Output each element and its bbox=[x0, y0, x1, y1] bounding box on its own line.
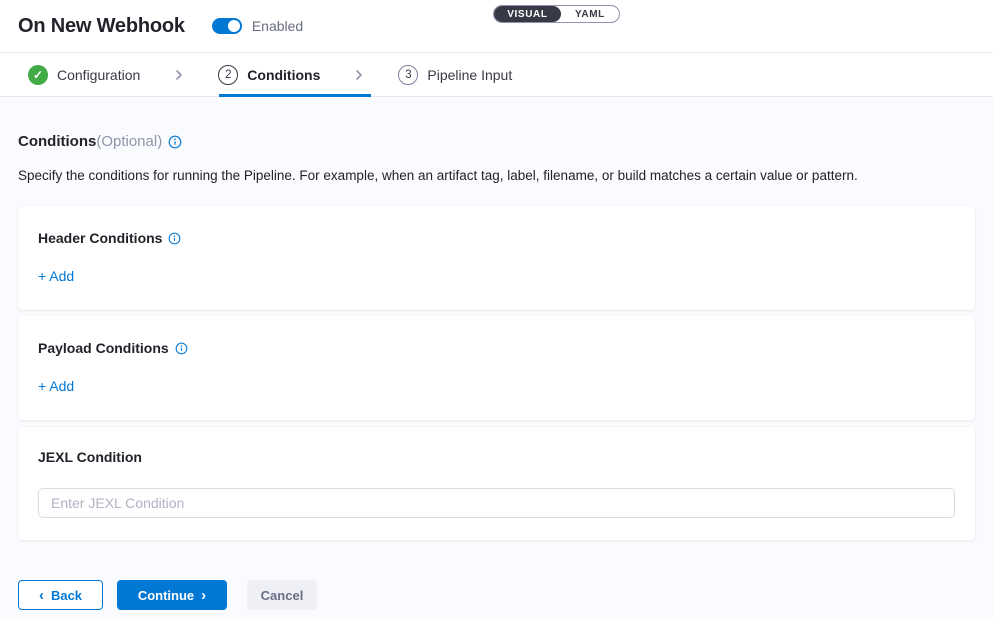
info-icon[interactable] bbox=[168, 232, 181, 245]
header-conditions-title: Header Conditions bbox=[38, 230, 162, 247]
conditions-panel: Conditions (Optional) Specify the condit… bbox=[0, 97, 993, 619]
card-title-row: Header Conditions bbox=[38, 230, 955, 247]
page-title: On New Webhook bbox=[18, 15, 185, 38]
step-pipeline-input[interactable]: 3 Pipeline Input bbox=[398, 65, 512, 85]
payload-conditions-card: Payload Conditions + Add bbox=[18, 316, 975, 420]
jexl-condition-input[interactable] bbox=[38, 488, 955, 518]
payload-conditions-title: Payload Conditions bbox=[38, 340, 169, 357]
visual-yaml-toggle: VISUAL YAML bbox=[493, 5, 620, 23]
step-conditions[interactable]: 2 Conditions bbox=[218, 65, 320, 85]
cancel-button[interactable]: Cancel bbox=[247, 580, 317, 610]
visual-tab[interactable]: VISUAL bbox=[494, 6, 561, 22]
step-configuration[interactable]: ✓ Configuration bbox=[28, 65, 140, 85]
add-payload-condition-button[interactable]: + Add bbox=[38, 378, 74, 395]
conditions-heading: Conditions bbox=[18, 133, 96, 151]
jexl-condition-card: JEXL Condition bbox=[18, 427, 975, 540]
header-conditions-card: Header Conditions + Add bbox=[18, 206, 975, 310]
wizard-stepper: ✓ Configuration 2 Conditions 3 Pipeline … bbox=[0, 53, 993, 97]
info-icon[interactable] bbox=[175, 342, 188, 355]
page-header: On New Webhook Enabled VISUAL YAML bbox=[0, 0, 993, 53]
add-header-condition-button[interactable]: + Add bbox=[38, 268, 74, 285]
section-description: Specify the conditions for running the P… bbox=[18, 168, 975, 184]
card-title-row: Payload Conditions bbox=[38, 340, 955, 357]
section-heading: Conditions (Optional) bbox=[18, 97, 975, 151]
chevron-right-icon: › bbox=[201, 588, 206, 603]
wizard-footer: ‹ Back Continue › Cancel bbox=[18, 580, 975, 610]
step-3-circle: 3 bbox=[398, 65, 418, 85]
enabled-toggle[interactable] bbox=[212, 18, 242, 34]
enabled-label: Enabled bbox=[252, 18, 303, 34]
chevron-right-icon bbox=[353, 69, 365, 81]
chevron-right-icon bbox=[173, 69, 185, 81]
info-icon[interactable] bbox=[168, 135, 182, 149]
yaml-tab[interactable]: YAML bbox=[561, 6, 619, 22]
back-button[interactable]: ‹ Back bbox=[18, 580, 103, 610]
chevron-left-icon: ‹ bbox=[39, 588, 44, 603]
active-step-underline bbox=[219, 94, 371, 97]
step-2-circle: 2 bbox=[218, 65, 238, 85]
jexl-condition-title: JEXL Condition bbox=[38, 449, 955, 466]
optional-label: (Optional) bbox=[96, 133, 162, 151]
enabled-toggle-group: Enabled bbox=[212, 18, 303, 34]
check-icon: ✓ bbox=[28, 65, 48, 85]
continue-button[interactable]: Continue › bbox=[117, 580, 227, 610]
